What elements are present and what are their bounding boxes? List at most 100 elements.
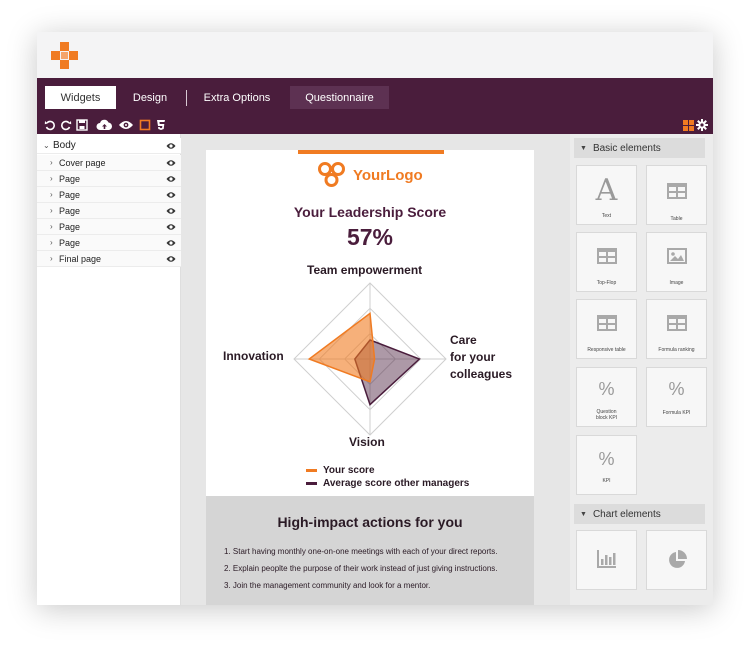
legend-swatch [306, 482, 317, 485]
tree-label: Page [59, 173, 81, 184]
chevron-right-icon: › [50, 190, 53, 199]
axis-label-line: Care [450, 333, 477, 347]
widget-label: KPI [602, 478, 611, 484]
toolbar [37, 116, 713, 134]
tree-label: Body [53, 140, 76, 151]
section-title: Chart elements [592, 508, 661, 520]
widget-kpi[interactable]: % KPI [576, 435, 637, 495]
tab-design[interactable]: Design [117, 86, 183, 109]
tree-label: Page [59, 237, 81, 248]
visibility-eye-icon[interactable] [166, 223, 176, 233]
legend-item-average: Average score other managers [306, 477, 469, 490]
axis-label-vision: Vision [349, 435, 385, 449]
chevron-right-icon: › [50, 158, 53, 167]
widget-image[interactable]: Image [646, 232, 707, 292]
widget-responsive-table[interactable]: Responsive table [576, 299, 637, 359]
tree-item-final-page[interactable]: › Final page [37, 251, 181, 267]
visibility-eye-icon[interactable] [166, 207, 176, 217]
percent-icon: % [598, 449, 615, 469]
report-page[interactable]: YourLogo Your Leadership Score 57% Team … [206, 150, 534, 605]
redo-icon[interactable] [59, 118, 73, 132]
widget-bar-chart[interactable] [576, 530, 637, 590]
grid-layout-icon[interactable] [681, 118, 695, 132]
tab-separator [186, 90, 187, 106]
chevron-right-icon: › [50, 206, 53, 215]
percent-icon: % [598, 379, 615, 399]
chevron-right-icon: › [50, 238, 53, 247]
tree-root-body[interactable]: ⌄ Body [37, 138, 181, 154]
widget-label: Question block KPI [595, 409, 618, 421]
widget-panel: ▼ Basic elements A Text Table Top-Flop I… [570, 134, 713, 605]
cloud-upload-icon[interactable] [95, 118, 113, 132]
settings-gear-icon[interactable] [695, 118, 709, 132]
bar-chart-icon [577, 550, 636, 568]
widget-label: Top-Flop [596, 280, 617, 286]
actions-section[interactable]: High-impact actions for you 1. Start hav… [206, 496, 534, 605]
radar-chart [293, 282, 447, 436]
action-item: 2. Explain peoplte the purpose of their … [224, 564, 498, 573]
app-logo-icon [51, 42, 79, 75]
top-bar [37, 32, 713, 78]
chevron-down-icon: ⌄ [43, 141, 50, 150]
app-window: Widgets Design Extra Options Questionnai… [37, 32, 713, 605]
basic-elements-header[interactable]: ▼ Basic elements [574, 138, 705, 158]
tree-item-page[interactable]: › Page [37, 203, 181, 219]
text-a-icon: A [595, 173, 618, 208]
chevron-right-icon: › [50, 174, 53, 183]
axis-label-innovation: Innovation [223, 349, 284, 363]
actions-title: High-impact actions for you [277, 514, 463, 530]
tree-item-page[interactable]: › Page [37, 219, 181, 235]
action-item: 1. Start having monthly one-on-one meeti… [224, 547, 498, 556]
tree-label: Page [59, 221, 81, 232]
widget-label: Formula KPI [662, 410, 691, 416]
widget-table[interactable]: Table [646, 165, 707, 225]
widget-top-flop[interactable]: Top-Flop [576, 232, 637, 292]
axis-label-line: colleagues [450, 367, 513, 381]
widget-formula-kpi[interactable]: % Formula KPI [646, 367, 707, 427]
widget-label: Image [669, 280, 684, 286]
undo-icon[interactable] [43, 118, 57, 132]
action-item: 3. Join the management community and loo… [224, 581, 431, 590]
table-icon [577, 315, 636, 331]
visibility-eye-icon[interactable] [166, 191, 176, 201]
visibility-eye-icon[interactable] [166, 175, 176, 185]
tree-label: Cover page [59, 157, 106, 168]
frame-icon[interactable] [138, 118, 152, 132]
save-icon[interactable] [75, 118, 89, 132]
widget-label: Responsive table [587, 347, 626, 353]
chart-elements-header[interactable]: ▼ Chart elements [574, 504, 705, 524]
table-icon [647, 183, 706, 199]
table-icon [647, 315, 706, 331]
collapse-triangle-icon: ▼ [580, 144, 587, 152]
legend-label: Your score [323, 465, 375, 476]
tree-label: Page [59, 189, 81, 200]
widget-text[interactable]: A Text [576, 165, 637, 225]
tree-item-page[interactable]: › Page [37, 171, 181, 187]
axis-label-line: for your [450, 350, 496, 364]
html5-icon[interactable] [154, 118, 168, 132]
tab-bar: Widgets Design Extra Options Questionnai… [37, 78, 713, 116]
visibility-eye-icon[interactable] [166, 239, 176, 249]
axis-label-care-for-your-colleagues: Care for your colleagues [450, 332, 512, 383]
visibility-eye-icon[interactable] [166, 255, 176, 265]
preview-eye-icon[interactable] [117, 118, 135, 132]
chart-legend: Your score Average score other managers [306, 464, 469, 490]
pie-chart-icon [647, 550, 706, 570]
tree-item-page[interactable]: › Page [37, 235, 181, 251]
tab-questionnaire[interactable]: Questionnaire [290, 86, 389, 109]
tab-widgets[interactable]: Widgets [45, 86, 116, 109]
axis-label-team-empowerment: Team empowerment [307, 263, 423, 277]
visibility-eye-icon[interactable] [166, 142, 176, 153]
widget-formula-ranking[interactable]: Formula ranking [646, 299, 707, 359]
tree-item-cover-page[interactable]: › Cover page [37, 155, 181, 171]
radar-series-your-score [307, 312, 376, 383]
visibility-eye-icon[interactable] [166, 159, 176, 169]
tab-extra-options[interactable]: Extra Options [189, 86, 285, 109]
legend-swatch [306, 469, 317, 472]
widget-question-block-kpi[interactable]: % Question block KPI [576, 367, 637, 427]
tree-item-page[interactable]: › Page [37, 187, 181, 203]
widget-pie-chart[interactable] [646, 530, 707, 590]
tree-label: Final page [59, 253, 102, 264]
image-icon [647, 248, 706, 264]
table-icon [577, 248, 636, 264]
